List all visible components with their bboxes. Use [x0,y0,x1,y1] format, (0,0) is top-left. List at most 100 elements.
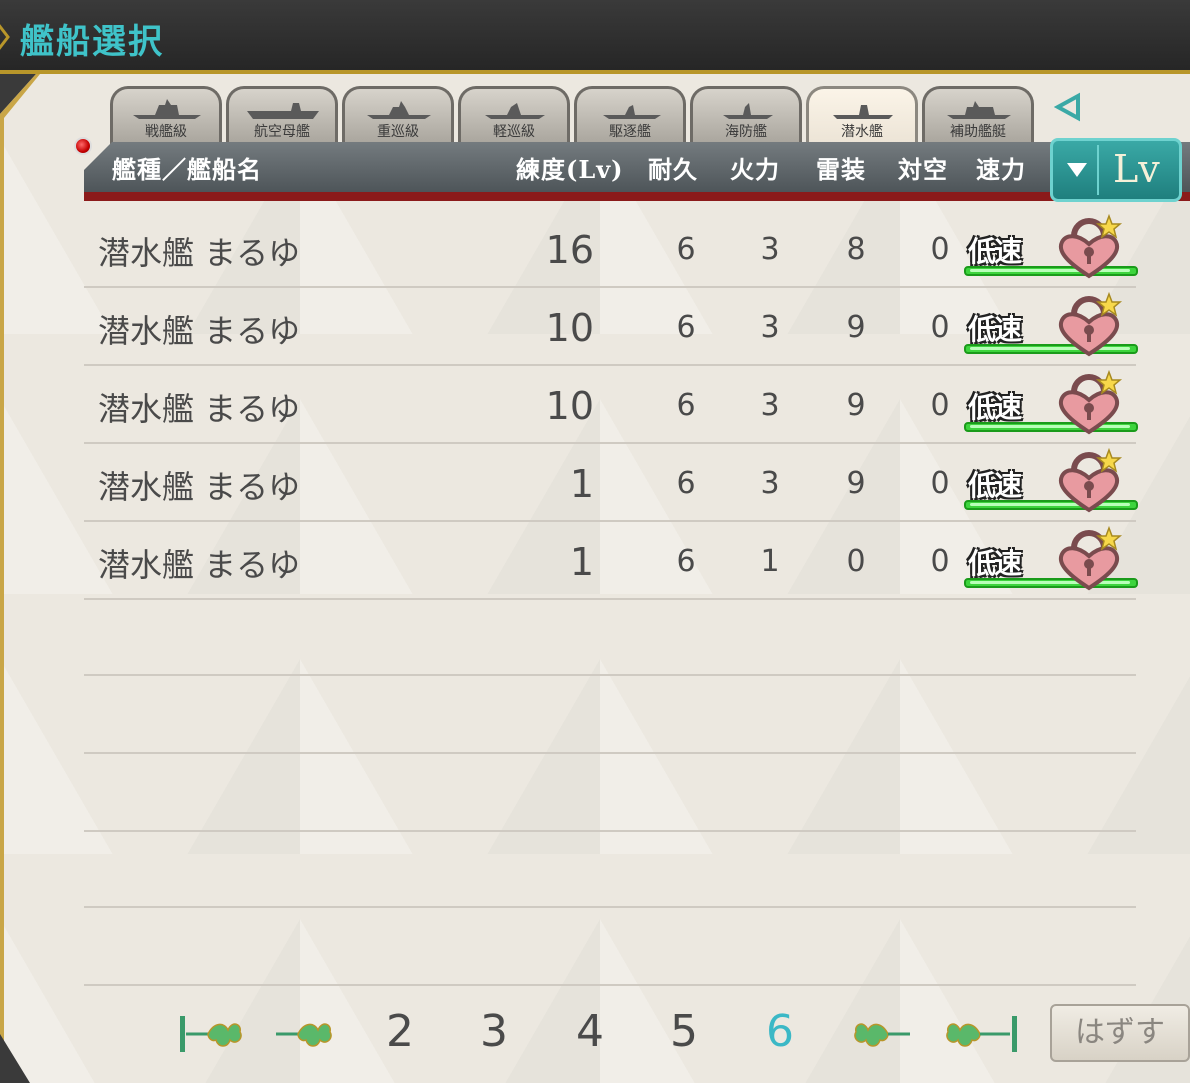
tab-label: 戦艦級 [145,124,187,140]
next-page-icon[interactable] [850,1012,912,1056]
ship-hp: 6 [676,544,696,579]
pagination: 2 3 4 5 6 [0,1000,1190,1070]
ship-name: 潜水艦 まるゆ [98,546,301,584]
dropdown-triangle-icon [1067,163,1087,177]
auxiliary-ship-icon [947,101,1011,119]
heavy-cruiser-icon [367,101,431,119]
col-firepower-header: 火力 [730,155,780,184]
col-hp-header: 耐久 [648,155,698,184]
table-row[interactable]: 潜水艦 まるゆ 10 6 3 9 0 低速 [84,288,1138,364]
ship-name: 潜水艦 まるゆ [98,468,301,506]
speed-badge: 低速 [968,469,1022,502]
ship-level: 1 [569,462,594,506]
speed-badge: 低速 [968,313,1022,346]
ship-firepower: 1 [760,544,780,579]
page-5[interactable]: 5 [670,1006,698,1057]
ship-name: 潜水艦 まるゆ [98,390,301,428]
col-speed-header: 速力 [976,155,1026,184]
table-row[interactable]: 潜水艦 まるゆ 16 6 3 8 0 低速 [84,210,1138,286]
heart-lock-icon[interactable] [1054,448,1124,514]
ship-firepower: 3 [760,310,780,345]
tab-light-cruiser[interactable]: 軽巡級 [458,86,570,144]
heart-lock-icon[interactable] [1054,370,1124,436]
remove-button[interactable]: はずす [1050,1004,1190,1062]
table-row[interactable]: 潜水艦 まるゆ 1 6 1 0 0 低速 [84,522,1138,598]
tab-submarine[interactable]: 潜水艦 [806,86,918,144]
tab-aircraft-carrier[interactable]: 航空母艦 [226,86,338,144]
indicator-dot [74,137,92,155]
sort-button[interactable]: Lv [1050,138,1182,202]
col-level-header: 練度(Lv) [516,155,624,184]
ship-hp: 6 [676,310,696,345]
ship-aa: 0 [930,388,950,423]
ship-name: 潜水艦 まるゆ [98,234,301,272]
tab-label: 補助艦艇 [950,124,1006,140]
col-torpedo-header: 雷装 [816,155,866,184]
ship-name: 潜水艦 まるゆ [98,312,301,350]
tab-escort[interactable]: 海防艦 [690,86,802,144]
ship-hp: 6 [676,232,696,267]
tab-battleship[interactable]: 戦艦級 [110,86,222,144]
ship-aa: 0 [930,466,950,501]
tab-label: 駆逐艦 [609,124,651,140]
ship-hp: 6 [676,466,696,501]
page-title: 艦船選択 [20,22,164,62]
speed-badge: 低速 [968,547,1022,580]
row-divider [84,674,1136,676]
ship-torpedo: 9 [846,466,866,501]
row-divider [84,906,1136,908]
collapse-arrow-icon[interactable] [1054,92,1084,122]
battleship-icon [133,99,201,119]
ship-level: 1 [569,540,594,584]
heart-lock-icon[interactable] [1054,526,1124,592]
destroyer-icon [603,105,661,119]
header-stripe [84,192,1190,201]
ship-torpedo: 8 [846,232,866,267]
heart-lock-icon[interactable] [1054,214,1124,280]
tab-label: 航空母艦 [254,124,310,140]
row-divider [84,984,1136,986]
ship-level: 10 [545,306,594,350]
table-row[interactable]: 潜水艦 まるゆ 10 6 3 9 0 低速 [84,366,1138,442]
page-2[interactable]: 2 [386,1006,414,1057]
escort-ship-icon [723,103,773,119]
ship-level: 10 [545,384,594,428]
tab-auxiliary[interactable]: 補助艦艇 [922,86,1034,144]
heart-lock-icon[interactable] [1054,292,1124,358]
chevron-right-icon [0,24,10,50]
speed-badge: 低速 [968,391,1022,424]
row-divider [84,598,1136,600]
sort-button-divider [1097,145,1099,195]
page-3[interactable]: 3 [480,1006,508,1057]
tab-label: 軽巡級 [493,124,535,140]
col-aa-header: 対空 [898,155,948,184]
ship-torpedo: 9 [846,388,866,423]
prev-page-icon[interactable] [274,1012,336,1056]
sort-button-label: Lv [1113,147,1160,191]
tab-label: 海防艦 [725,124,767,140]
ship-firepower: 3 [760,388,780,423]
aircraft-carrier-icon [247,103,319,119]
ship-aa: 0 [930,232,950,267]
speed-badge: 低速 [968,235,1022,268]
panel-left-frame [0,74,40,1083]
row-divider [84,830,1136,832]
ship-aa: 0 [930,544,950,579]
page-4[interactable]: 4 [576,1006,604,1057]
ship-firepower: 3 [760,232,780,267]
first-page-icon[interactable] [178,1012,248,1056]
ship-torpedo: 0 [846,544,866,579]
col-name-header: 艦種／艦船名 [112,155,262,184]
row-divider [84,752,1136,754]
ship-aa: 0 [930,310,950,345]
last-page-icon[interactable] [944,1012,1020,1056]
page-6-current[interactable]: 6 [766,1006,794,1057]
title-bar: 艦船選択 [0,0,1190,74]
tab-heavy-cruiser[interactable]: 重巡級 [342,86,454,144]
tab-destroyer[interactable]: 駆逐艦 [574,86,686,144]
table-row[interactable]: 潜水艦 まるゆ 1 6 3 9 0 低速 [84,444,1138,520]
ship-hp: 6 [676,388,696,423]
ship-torpedo: 9 [846,310,866,345]
tab-label: 重巡級 [377,124,419,140]
ship-firepower: 3 [760,466,780,501]
